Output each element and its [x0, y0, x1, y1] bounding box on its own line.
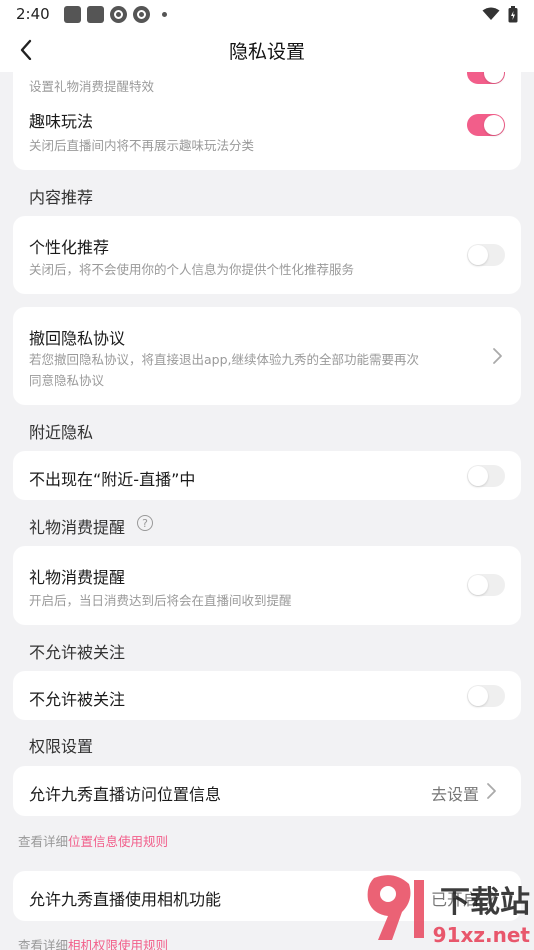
chevron-left-icon — [20, 39, 32, 61]
personalized-toggle[interactable] — [467, 244, 505, 266]
camera-permission-title: 允许九秀直播使用相机功能 — [29, 890, 222, 909]
watermark-domain: 91xz.net — [433, 923, 531, 947]
nearby-title: 不出现在“附近-直播”中 — [29, 470, 196, 489]
app-notification-icon — [132, 5, 150, 23]
section-disallow-follow: 不允许被关注 — [29, 643, 126, 662]
location-permission-title: 允许九秀直播访问位置信息 — [29, 785, 222, 804]
gift-effect-desc: 设置礼物消费提醒特效 — [29, 79, 155, 94]
chevron-right-icon — [493, 348, 502, 364]
camera-rules-prefix: 查看详细 — [18, 938, 69, 950]
section-gift-reminder: 礼物消费提醒 — [29, 518, 126, 537]
disallow-follow-card: 不允许被关注 — [13, 671, 521, 720]
camera-rules-link[interactable]: 相机权限使用规则 — [68, 938, 168, 950]
location-rules-link[interactable]: 位置信息使用规则 — [68, 834, 168, 849]
disallow-follow-toggle[interactable] — [467, 685, 505, 707]
personalized-card: 个性化推荐 关闭后，将不会使用你的个人信息为你提供个性化推荐服务 — [13, 216, 521, 294]
gift-effect-toggle[interactable] — [467, 72, 505, 84]
revoke-privacy-desc-2: 同意隐私协议 — [29, 373, 105, 388]
camera-rules-note: 查看详细相机权限使用规则 — [18, 935, 168, 950]
personalized-desc: 关闭后，将不会使用你的个人信息为你提供个性化推荐服务 — [29, 262, 355, 277]
section-permissions: 权限设置 — [29, 737, 94, 756]
nearby-toggle[interactable] — [467, 465, 505, 487]
gift-reminder-desc: 开启后，当日消费达到后将会在直播间收到提醒 — [29, 593, 292, 608]
status-indicators — [482, 5, 518, 23]
wifi-icon — [482, 7, 500, 20]
personalized-title: 个性化推荐 — [29, 238, 110, 257]
revoke-privacy-title: 撤回隐私协议 — [29, 329, 126, 348]
fun-play-toggle[interactable] — [467, 114, 505, 136]
revoke-privacy-card[interactable]: 撤回隐私协议 若您撤回隐私协议，将直接退出app,继续体验九秀的全部功能需要再次… — [13, 307, 521, 405]
notification-icon — [63, 5, 81, 23]
live-settings-card: 设置礼物消费提醒特效 趣味玩法 关闭后直播间内将不再展示趣味玩法分类 — [13, 60, 521, 170]
battery-icon — [508, 5, 518, 22]
location-permission-card[interactable]: 允许九秀直播访问位置信息 去设置 — [13, 766, 521, 816]
nearby-card: 不出现在“附近-直播”中 — [13, 451, 521, 500]
app-notification-icon — [109, 5, 127, 23]
status-time: 2:40 — [16, 5, 50, 23]
location-rules-note: 查看详细位置信息使用规则 — [18, 831, 168, 850]
notification-icon — [86, 5, 104, 23]
fun-play-title: 趣味玩法 — [29, 112, 94, 131]
disallow-follow-title: 不允许被关注 — [29, 690, 126, 709]
fun-play-desc: 关闭后直播间内将不再展示趣味玩法分类 — [29, 138, 255, 153]
gift-reminder-card: 礼物消费提醒 开启后，当日消费达到后将会在直播间收到提醒 — [13, 546, 521, 625]
watermark-logo: 下载站 91xz.net — [367, 875, 531, 947]
revoke-privacy-desc: 若您撤回隐私协议，将直接退出app,继续体验九秀的全部功能需要再次 — [29, 352, 420, 367]
status-bar: 2:40 — [0, 0, 534, 28]
watermark-brand: 下载站 — [440, 885, 530, 920]
section-nearby-privacy: 附近隐私 — [29, 423, 94, 442]
location-rules-prefix: 查看详细 — [18, 834, 69, 849]
gift-reminder-title: 礼物消费提醒 — [29, 568, 126, 587]
help-icon[interactable]: ? — [137, 515, 153, 531]
location-setting-action: 去设置 — [430, 785, 479, 804]
gift-reminder-toggle[interactable] — [467, 574, 505, 596]
chevron-right-icon — [487, 783, 496, 799]
section-content-recommendation: 内容推荐 — [29, 188, 94, 207]
more-notifications-icon — [161, 11, 167, 17]
